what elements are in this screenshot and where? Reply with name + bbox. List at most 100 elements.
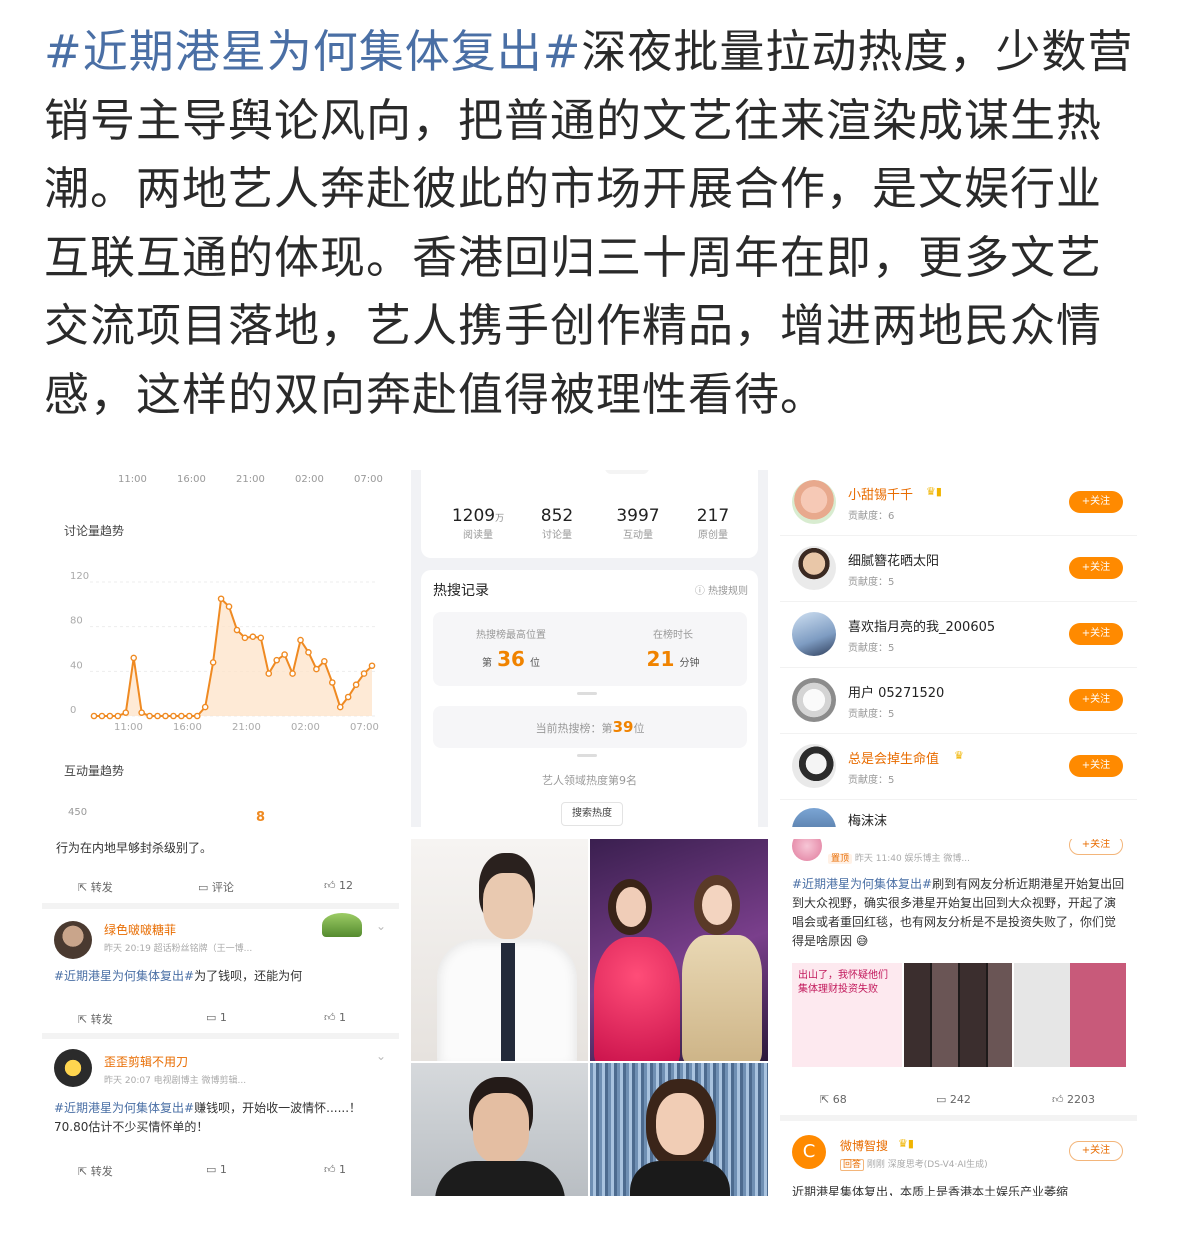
follow-button[interactable]: +关注: [1069, 623, 1123, 645]
x-tick-label: 11:00: [114, 722, 143, 733]
best-suffix: 位: [530, 658, 541, 669]
x-tick-label: 07:00: [350, 722, 379, 733]
follow-button[interactable]: +关注: [1069, 1141, 1123, 1161]
ai-search-avatar-icon[interactable]: C: [792, 1135, 826, 1169]
top-tick: 07:00: [354, 474, 383, 485]
trend-point: [297, 636, 304, 644]
like-button[interactable]: 👍︎ 2203: [1052, 1093, 1095, 1106]
repost-button[interactable]: ⇱ 转发: [78, 879, 113, 895]
hot-rule-label: 热搜规则: [708, 586, 748, 597]
avatar[interactable]: [792, 808, 836, 827]
follow-button[interactable]: +关注: [1069, 557, 1123, 579]
top-tick: 02:00: [295, 474, 324, 485]
trend-point: [368, 662, 376, 670]
comment-button[interactable]: ▭ 242: [936, 1093, 971, 1106]
crown-badge-icon: ♛▮: [898, 1137, 914, 1150]
photo-woman-silver[interactable]: [590, 1063, 768, 1196]
hot-search-title: 热搜记录: [433, 583, 489, 599]
post-body: 深夜批量拉动热度，少数营销号主导舆论风向，把普通的文艺往来渲染成谋生热潮。两地艺…: [44, 25, 1134, 421]
comment-button[interactable]: ▭ 评论: [198, 879, 234, 895]
domain-rank: 艺人领域热度第9名: [542, 774, 637, 787]
comment-hashtag[interactable]: #近期港星为何集体复出#: [54, 1101, 194, 1115]
hot-search-card: 热搜记录 ⓘ 热搜规则 热搜榜最高位置 第 36 位 在榜时长 21 分钟 当前…: [421, 570, 758, 827]
avatar[interactable]: [792, 480, 836, 524]
best-prefix: 第: [481, 658, 492, 669]
contributor-row[interactable]: 用户 05271520 贡献度：5 +关注: [780, 668, 1137, 734]
hot-rule-link[interactable]: ⓘ 热搜规则: [695, 582, 748, 597]
photo-man-portrait[interactable]: [411, 1063, 588, 1196]
repost-image-grid-2[interactable]: [1014, 963, 1126, 1067]
contributor-name[interactable]: 小甜锡千千: [848, 484, 913, 503]
comment-item[interactable]: 绿色啵啵糖菲 昨天 20:19 超话粉丝铭牌（王一博... ⌄ #近期港星为何集…: [42, 909, 399, 1009]
stat-label: 原创量: [698, 530, 728, 541]
repost-hashtag[interactable]: #近期港星为何集体复出#: [792, 877, 932, 891]
chevron-down-icon[interactable]: ⌄: [376, 919, 386, 933]
avatar[interactable]: [54, 921, 92, 959]
top-tick: 11:00: [118, 474, 147, 485]
contributor-row[interactable]: 喜欢指月亮的我_200605 贡献度：5 +关注: [780, 602, 1137, 668]
face-shape: [473, 1093, 529, 1163]
comment-author[interactable]: 歪歪剪辑不用刀: [104, 1053, 188, 1070]
contributors-screenshot[interactable]: 小甜锡千千 ♛▮ 贡献度：6 +关注 细腻簪花晒太阳 贡献度：5 +关注 喜欢指…: [780, 470, 1137, 827]
follow-button[interactable]: +关注: [1069, 755, 1123, 777]
comment-author[interactable]: 绿色啵啵糖菲: [104, 921, 176, 938]
follow-button[interactable]: +关注: [1069, 839, 1123, 855]
contributor-row[interactable]: 梅沫沫: [780, 800, 1137, 827]
comment-meta: 昨天 20:07 电视剧博主 微博剪辑...: [104, 1076, 247, 1086]
comment-hashtag[interactable]: #近期港星为何集体复出#: [54, 969, 194, 983]
comment-tail-text: 行为在内地早够封杀级别了。: [56, 841, 213, 855]
like-button[interactable]: 👍︎ 1: [324, 1011, 346, 1024]
comment-item[interactable]: 歪歪剪辑不用刀 昨天 20:07 电视剧博主 微博剪辑... ⌄ #近期港星为何…: [42, 1039, 399, 1163]
stat-value: 1209: [451, 506, 496, 526]
contributor-name[interactable]: 细腻簪花晒太阳: [848, 550, 939, 569]
repost-button[interactable]: ⇱ 转发: [78, 1163, 113, 1179]
bot-name[interactable]: 微博智搜: [840, 1137, 888, 1154]
follow-button[interactable]: +关注: [1069, 689, 1123, 711]
contributor-name[interactable]: 梅沫沫: [848, 810, 887, 827]
repost-button[interactable]: ⇱ 转发: [78, 1011, 113, 1027]
trend-point: [360, 670, 368, 677]
contributor-name[interactable]: 总是会掉生命值: [848, 748, 939, 767]
repost-screenshot[interactable]: 置顶 昨天 11:40 娱乐博主 微博... +关注 #近期港星为何集体复出#刷…: [780, 839, 1137, 1196]
divider-dot: [577, 754, 597, 757]
avatar[interactable]: [54, 1049, 92, 1087]
like-button[interactable]: 👍︎ 1: [324, 1163, 346, 1176]
stats-screenshot[interactable]: 1209万 阅读量 852 讨论量 3997 互动量 217 原创量 热搜记录 ⓘ 热搜…: [411, 470, 768, 827]
contributor-name[interactable]: 用户 05271520: [848, 682, 944, 701]
photo-man-white-shirt[interactable]: [411, 839, 588, 1061]
x-tick-label: 02:00: [291, 722, 320, 733]
period-tab-all[interactable]: [605, 470, 649, 474]
comments-screenshot[interactable]: 行为在内地早够封杀级别了。 ⇱ 转发 ▭ 评论 👍︎ 12 绿色啵啵糖菲 昨天 …: [42, 839, 399, 1196]
crown-badge-icon: ♛▮: [926, 485, 942, 498]
contributor-name[interactable]: 喜欢指月亮的我_200605: [848, 616, 995, 635]
trend-point: [209, 659, 217, 666]
trend-point: [336, 703, 344, 711]
avatar[interactable]: [792, 678, 836, 722]
crown-badge-icon: ♛: [954, 749, 964, 762]
current-rank-box: 当前热搜榜：第39位: [433, 706, 747, 748]
dark-shirt-shape: [435, 1161, 565, 1196]
photo-collage[interactable]: [411, 839, 768, 1196]
smile-emoji-icon: 😅: [852, 934, 869, 948]
repost-image-note[interactable]: 出山了，我怀疑他们集体理财投资失败: [792, 963, 902, 1067]
avatar[interactable]: [792, 546, 836, 590]
contributor-row[interactable]: 细腻簪花晒太阳 贡献度：5 +关注: [780, 536, 1137, 602]
avatar[interactable]: [792, 744, 836, 788]
avatar[interactable]: [792, 839, 822, 861]
photo-two-women-stage[interactable]: [590, 839, 768, 1061]
repost-image-grid-1[interactable]: [904, 963, 1012, 1067]
contributor-row[interactable]: 总是会掉生命值 ♛ 贡献度：5 +关注: [780, 734, 1137, 800]
post-hashtag[interactable]: #近期港星为何集体复出#: [44, 25, 581, 78]
trend-point: [257, 634, 265, 642]
trend-screenshot[interactable]: 11:00 16:00 21:00 02:00 07:00 讨论量趋势 0 40 8…: [42, 470, 399, 827]
avatar[interactable]: [792, 612, 836, 656]
repost-button[interactable]: ⇱ 68: [820, 1093, 847, 1106]
comment-button[interactable]: ▭ 1: [206, 1011, 227, 1024]
chevron-down-icon[interactable]: ⌄: [376, 1049, 386, 1063]
follow-button[interactable]: +关注: [1069, 491, 1123, 513]
comment-button[interactable]: ▭ 1: [206, 1163, 227, 1176]
search-heat-tab[interactable]: 搜索热度: [561, 802, 623, 826]
contributor-row[interactable]: 小甜锡千千 ♛▮ 贡献度：6 +关注: [780, 470, 1137, 536]
like-button[interactable]: 👍︎ 12: [324, 879, 353, 892]
trend-point: [138, 709, 145, 716]
